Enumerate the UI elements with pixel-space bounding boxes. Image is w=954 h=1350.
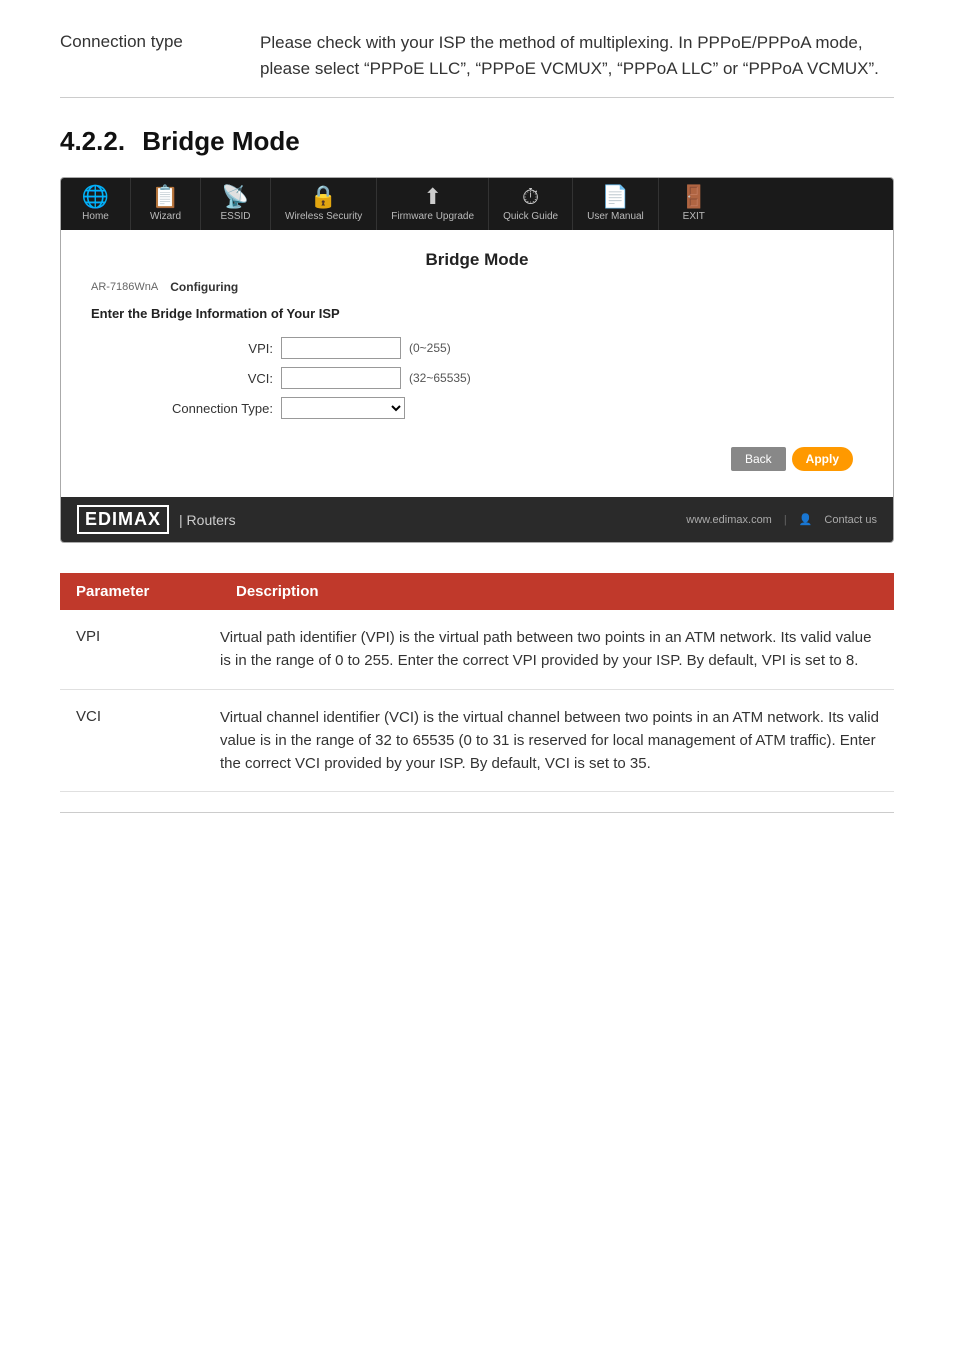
vpi-label: VPI: bbox=[121, 341, 281, 356]
footer-bar: EDIMAX | Routers www.edimax.com | 👤 Cont… bbox=[61, 497, 893, 542]
nav-quick-guide[interactable]: ⏱ Quick Guide bbox=[489, 178, 573, 230]
footer-logo: EDIMAX | Routers bbox=[77, 505, 236, 534]
connection-type-description: Please check with your ISP the method of… bbox=[260, 30, 894, 81]
apply-button[interactable]: Apply bbox=[792, 447, 853, 471]
params-name-vci: VCI bbox=[60, 706, 220, 776]
bridge-form: VPI: (0~255) VCI: (32~65535) Connection … bbox=[121, 337, 863, 419]
nav-wizard[interactable]: 📋 Wizard bbox=[131, 178, 201, 230]
router-ui-frame: 🌐 Home 📋 Wizard 📡 ESSID 🔒 Wireless Secur… bbox=[60, 177, 894, 543]
params-header-param: Parameter bbox=[60, 573, 220, 610]
nav-home[interactable]: 🌐 Home bbox=[61, 178, 131, 230]
vpi-input[interactable] bbox=[281, 337, 401, 359]
nav-bar: 🌐 Home 📋 Wizard 📡 ESSID 🔒 Wireless Secur… bbox=[61, 178, 893, 230]
params-row-vci: VCI Virtual channel identifier (VCI) is … bbox=[60, 690, 894, 793]
footer-website: www.edimax.com bbox=[686, 514, 772, 526]
params-desc-vci: Virtual channel identifier (VCI) is the … bbox=[220, 706, 894, 776]
vci-input[interactable] bbox=[281, 367, 401, 389]
params-table: Parameter Description VPI Virtual path i… bbox=[60, 573, 894, 792]
footer-contact: Contact us bbox=[824, 514, 877, 526]
connection-type-section: Connection type Please check with your I… bbox=[60, 30, 894, 98]
connection-type-row: Connection Type: RFC 1483 Bridged RFC 14… bbox=[121, 397, 863, 419]
quick-guide-icon: ⏱ bbox=[522, 186, 539, 208]
params-table-header: Parameter Description bbox=[60, 573, 894, 610]
logo-text: EDIMAX bbox=[77, 505, 169, 534]
vpi-hint: (0~255) bbox=[409, 341, 451, 355]
vci-label: VCI: bbox=[121, 371, 281, 386]
content-area: Bridge Mode AR-7186WnA Configuring Enter… bbox=[61, 230, 893, 497]
breadcrumb-device: AR-7186WnA bbox=[91, 281, 158, 293]
params-row-vpi: VPI Virtual path identifier (VPI) is the… bbox=[60, 610, 894, 690]
wireless-security-icon: 🔒 bbox=[310, 186, 337, 208]
connection-type-label: Connection type bbox=[60, 30, 230, 81]
vci-row: VCI: (32~65535) bbox=[121, 367, 863, 389]
section-heading: 4.2.2. Bridge Mode bbox=[60, 126, 894, 157]
user-manual-icon: 📄 bbox=[602, 186, 629, 208]
nav-firmware-upgrade[interactable]: ⬆ Firmware Upgrade bbox=[377, 178, 489, 230]
page-title: Bridge Mode bbox=[91, 250, 863, 270]
vci-hint: (32~65535) bbox=[409, 371, 471, 385]
nav-wireless-security[interactable]: 🔒 Wireless Security bbox=[271, 178, 377, 230]
exit-icon: 🚪 bbox=[680, 186, 707, 208]
nav-exit[interactable]: 🚪 EXIT bbox=[659, 178, 729, 230]
connection-type-select[interactable]: RFC 1483 Bridged RFC 1483 Routed bbox=[281, 397, 405, 419]
bottom-rule bbox=[60, 812, 894, 813]
buttons-row: Back Apply bbox=[91, 439, 863, 481]
nav-user-manual[interactable]: 📄 User Manual bbox=[573, 178, 659, 230]
footer-links: www.edimax.com | 👤 Contact us bbox=[686, 513, 877, 526]
connection-type-field-label: Connection Type: bbox=[121, 401, 281, 416]
home-icon: 🌐 bbox=[82, 186, 109, 208]
footer-contact-icon: 👤 bbox=[799, 513, 813, 526]
essid-icon: 📡 bbox=[222, 186, 249, 208]
back-button[interactable]: Back bbox=[731, 447, 786, 471]
firmware-icon: ⬆ bbox=[423, 186, 441, 208]
params-name-vpi: VPI bbox=[60, 626, 220, 673]
params-header-desc: Description bbox=[220, 573, 894, 610]
logo-routers: | Routers bbox=[179, 512, 236, 528]
enter-info-label: Enter the Bridge Information of Your ISP bbox=[91, 306, 863, 321]
breadcrumb-row: AR-7186WnA Configuring bbox=[91, 280, 863, 294]
wizard-icon: 📋 bbox=[152, 186, 179, 208]
breadcrumb-step: Configuring bbox=[170, 280, 238, 294]
nav-essid[interactable]: 📡 ESSID bbox=[201, 178, 271, 230]
vpi-row: VPI: (0~255) bbox=[121, 337, 863, 359]
params-desc-vpi: Virtual path identifier (VPI) is the vir… bbox=[220, 626, 894, 673]
